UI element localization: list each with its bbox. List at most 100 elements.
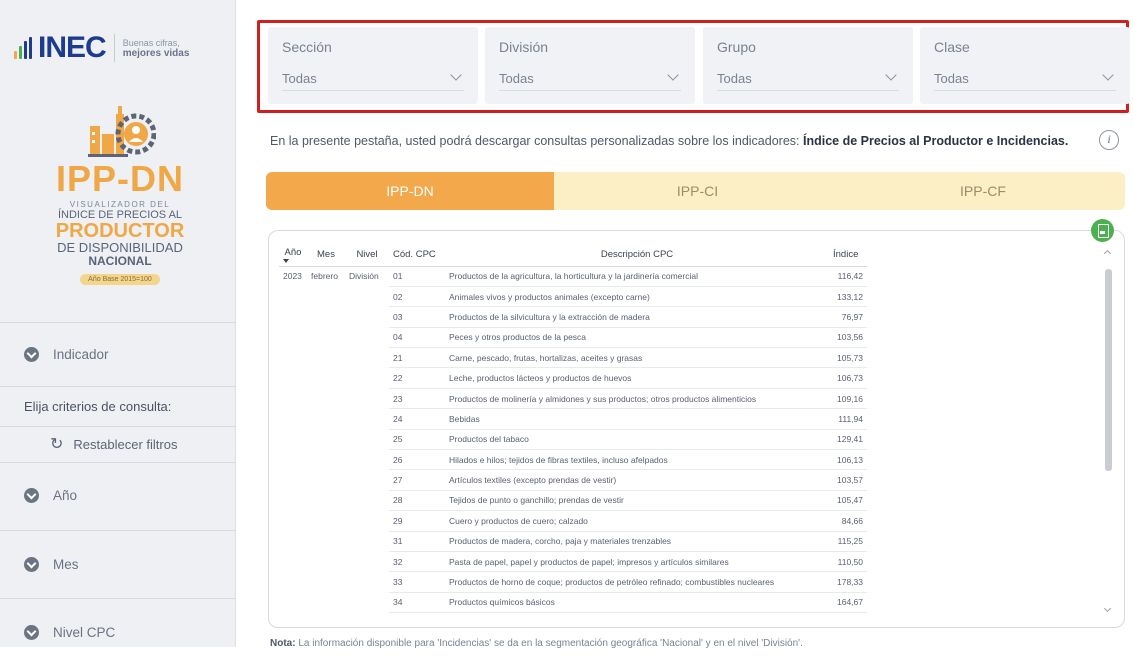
chevron-up-icon[interactable] (1103, 249, 1112, 258)
header-cod-cpc[interactable]: Cód. CPC (389, 244, 445, 267)
cell-descripcion: Cuero y productos de cuero; calzado (445, 510, 829, 532)
cell-cod-cpc: 21 (389, 347, 445, 369)
select-value: Todas (282, 71, 317, 86)
clase-select[interactable]: Todas (934, 69, 1116, 91)
chevron-down-icon[interactable] (1103, 604, 1112, 613)
table-row[interactable]: 32 Pasta de papel, papel y productos de p… (279, 551, 867, 573)
table-row[interactable]: 25 Productos del tabaco 129,41 (279, 429, 867, 451)
table-row[interactable]: 04 Peces y otros productos de la pesca 103… (279, 327, 867, 349)
cell-nivel (345, 450, 389, 470)
cell-indice: 76,97 (829, 306, 867, 328)
cell-descripcion: Peces y otros productos de la pesca (445, 327, 829, 349)
scroll-thumb[interactable] (1105, 269, 1112, 471)
data-table-card: Año Mes Nivel Cód. CPC Descripción CPC Í… (268, 230, 1125, 628)
reset-filters-button[interactable]: ↻ Restablecer filtros (0, 426, 236, 462)
cell-anio (279, 511, 307, 531)
header-descripcion[interactable]: Descripción CPC (445, 244, 829, 267)
cell-descripcion: Productos de madera, corcho, paja y mate… (445, 531, 829, 552)
cell-mes (307, 307, 345, 327)
sidebar-item-label: Nivel CPC (53, 624, 116, 640)
sidebar-item-label: Indicador (53, 346, 109, 362)
cell-descripcion: Hilados e hilos; tejidos de fibras texti… (445, 449, 829, 471)
table-row[interactable]: 24 Bebidas 111,94 (279, 408, 867, 430)
table-row[interactable]: 27 Artículos textiles (excepto prendas de… (279, 469, 867, 491)
cell-anio (279, 470, 307, 490)
table-header-row: Año Mes Nivel Cód. CPC Descripción CPC Í… (279, 244, 867, 267)
header-anio[interactable]: Año (279, 244, 307, 267)
tab-ipp-cf[interactable]: IPP-CF (841, 172, 1125, 210)
table-row[interactable]: 22 Leche, productos lácteos y productos d… (279, 367, 867, 389)
table-row[interactable]: 34 Productos químicos básicos 164,67 (279, 592, 867, 614)
table-row[interactable]: 26 Hilados e hilos; tejidos de fibras tex… (279, 449, 867, 471)
table-row[interactable]: 03 Productos de la silvicultura y la extr… (279, 306, 867, 328)
chevron-down-icon (24, 624, 39, 640)
tab-ipp-dn[interactable]: IPP-DN (266, 172, 554, 210)
cell-descripcion: Productos de la silvicultura y la extrac… (445, 306, 829, 328)
product-subtitle-5: NACIONAL (88, 254, 152, 268)
division-select[interactable]: Todas (499, 69, 681, 91)
intro-text: En la presente pestaña, usted podrá desc… (270, 134, 1068, 148)
cell-nivel (345, 327, 389, 347)
sidebar-item-indicador[interactable]: Indicador (0, 322, 236, 386)
cell-mes (307, 531, 345, 551)
cell-anio (279, 531, 307, 551)
sidebar-item-anio[interactable]: Año (0, 462, 236, 530)
chevron-down-icon (24, 556, 39, 572)
cell-anio (279, 551, 307, 571)
info-icon[interactable]: i (1099, 130, 1119, 150)
save-icon[interactable] (1091, 219, 1114, 242)
cell-mes (307, 409, 345, 429)
cell-descripcion: Tejidos de punto o ganchillo; prendas de… (445, 490, 829, 512)
cell-anio (279, 450, 307, 470)
table-row[interactable]: 2023 febrero División 01 Productos de la agr… (279, 266, 867, 287)
table-row[interactable]: 29 Cuero y productos de cuero; calzado 84,… (279, 510, 867, 532)
base-year-badge: Año Base 2015=100 (80, 274, 160, 285)
table-row[interactable]: 33 Productos de horno de coque; productos… (279, 571, 867, 593)
filter-label: Clase (934, 39, 970, 55)
select-value: Todas (717, 71, 752, 86)
table-row[interactable]: 28 Tejidos de punto o ganchillo; prendas … (279, 490, 867, 512)
header-indice[interactable]: Índice (829, 244, 867, 267)
cell-descripcion: Productos de la agricultura, la horticul… (445, 266, 829, 287)
table-row[interactable]: 02 Animales vivos y productos animales (e… (279, 286, 867, 308)
grupo-select[interactable]: Todas (717, 69, 899, 91)
intro-bold: Índice de Precios al Productor e Inciden… (802, 134, 1069, 148)
filter-seccion: Sección Todas (268, 27, 478, 104)
reset-icon: ↻ (50, 436, 64, 453)
cell-mes (307, 592, 345, 612)
header-nivel[interactable]: Nivel (345, 244, 389, 267)
data-table: Año Mes Nivel Cód. CPC Descripción CPC Í… (279, 244, 867, 614)
cell-mes (307, 470, 345, 490)
tab-ipp-ci[interactable]: IPP-CI (554, 172, 841, 210)
cell-mes: febrero (311, 271, 338, 282)
cell-mes (307, 286, 345, 306)
sidebar-item-nivel-cpc[interactable]: Nivel CPC (0, 598, 236, 647)
cell-indice: 84,66 (829, 510, 867, 532)
cell-mes (307, 450, 345, 470)
cell-nivel (345, 531, 389, 551)
table-row[interactable]: 31 Productos de madera, corcho, paja y ma… (279, 531, 867, 552)
cell-cod-cpc: 02 (389, 286, 445, 308)
cell-nivel (345, 511, 389, 531)
table-row[interactable]: 21 Carne, pescado, frutas, hortalizas, ac… (279, 347, 867, 369)
cell-cod-cpc: 31 (389, 531, 445, 552)
cell-nivel (345, 490, 389, 510)
inec-bars-icon (14, 37, 34, 59)
table-scrollbar[interactable] (1103, 245, 1114, 617)
cell-indice: 105,73 (829, 347, 867, 369)
cell-anio (279, 348, 307, 368)
table-row[interactable]: 23 Productos de molinería y almidones y s… (279, 388, 867, 410)
cell-descripcion: Leche, productos lácteos y productos de … (445, 367, 829, 389)
cell-nivel: División (349, 271, 379, 282)
sidebar: INEC Buenas cifras, mejores vidas IPP-DN… (0, 0, 236, 647)
header-label: Año (284, 246, 302, 258)
cell-mes (307, 348, 345, 368)
filter-division: División Todas (485, 27, 695, 104)
cell-indice: 178,33 (829, 571, 867, 593)
slogan-line-1: Buenas cifras, (122, 37, 180, 48)
sidebar-item-mes[interactable]: Mes (0, 530, 236, 598)
cell-anio (279, 327, 307, 347)
header-mes[interactable]: Mes (307, 244, 345, 267)
seccion-select[interactable]: Todas (282, 69, 464, 91)
cell-cod-cpc: 29 (389, 510, 445, 532)
